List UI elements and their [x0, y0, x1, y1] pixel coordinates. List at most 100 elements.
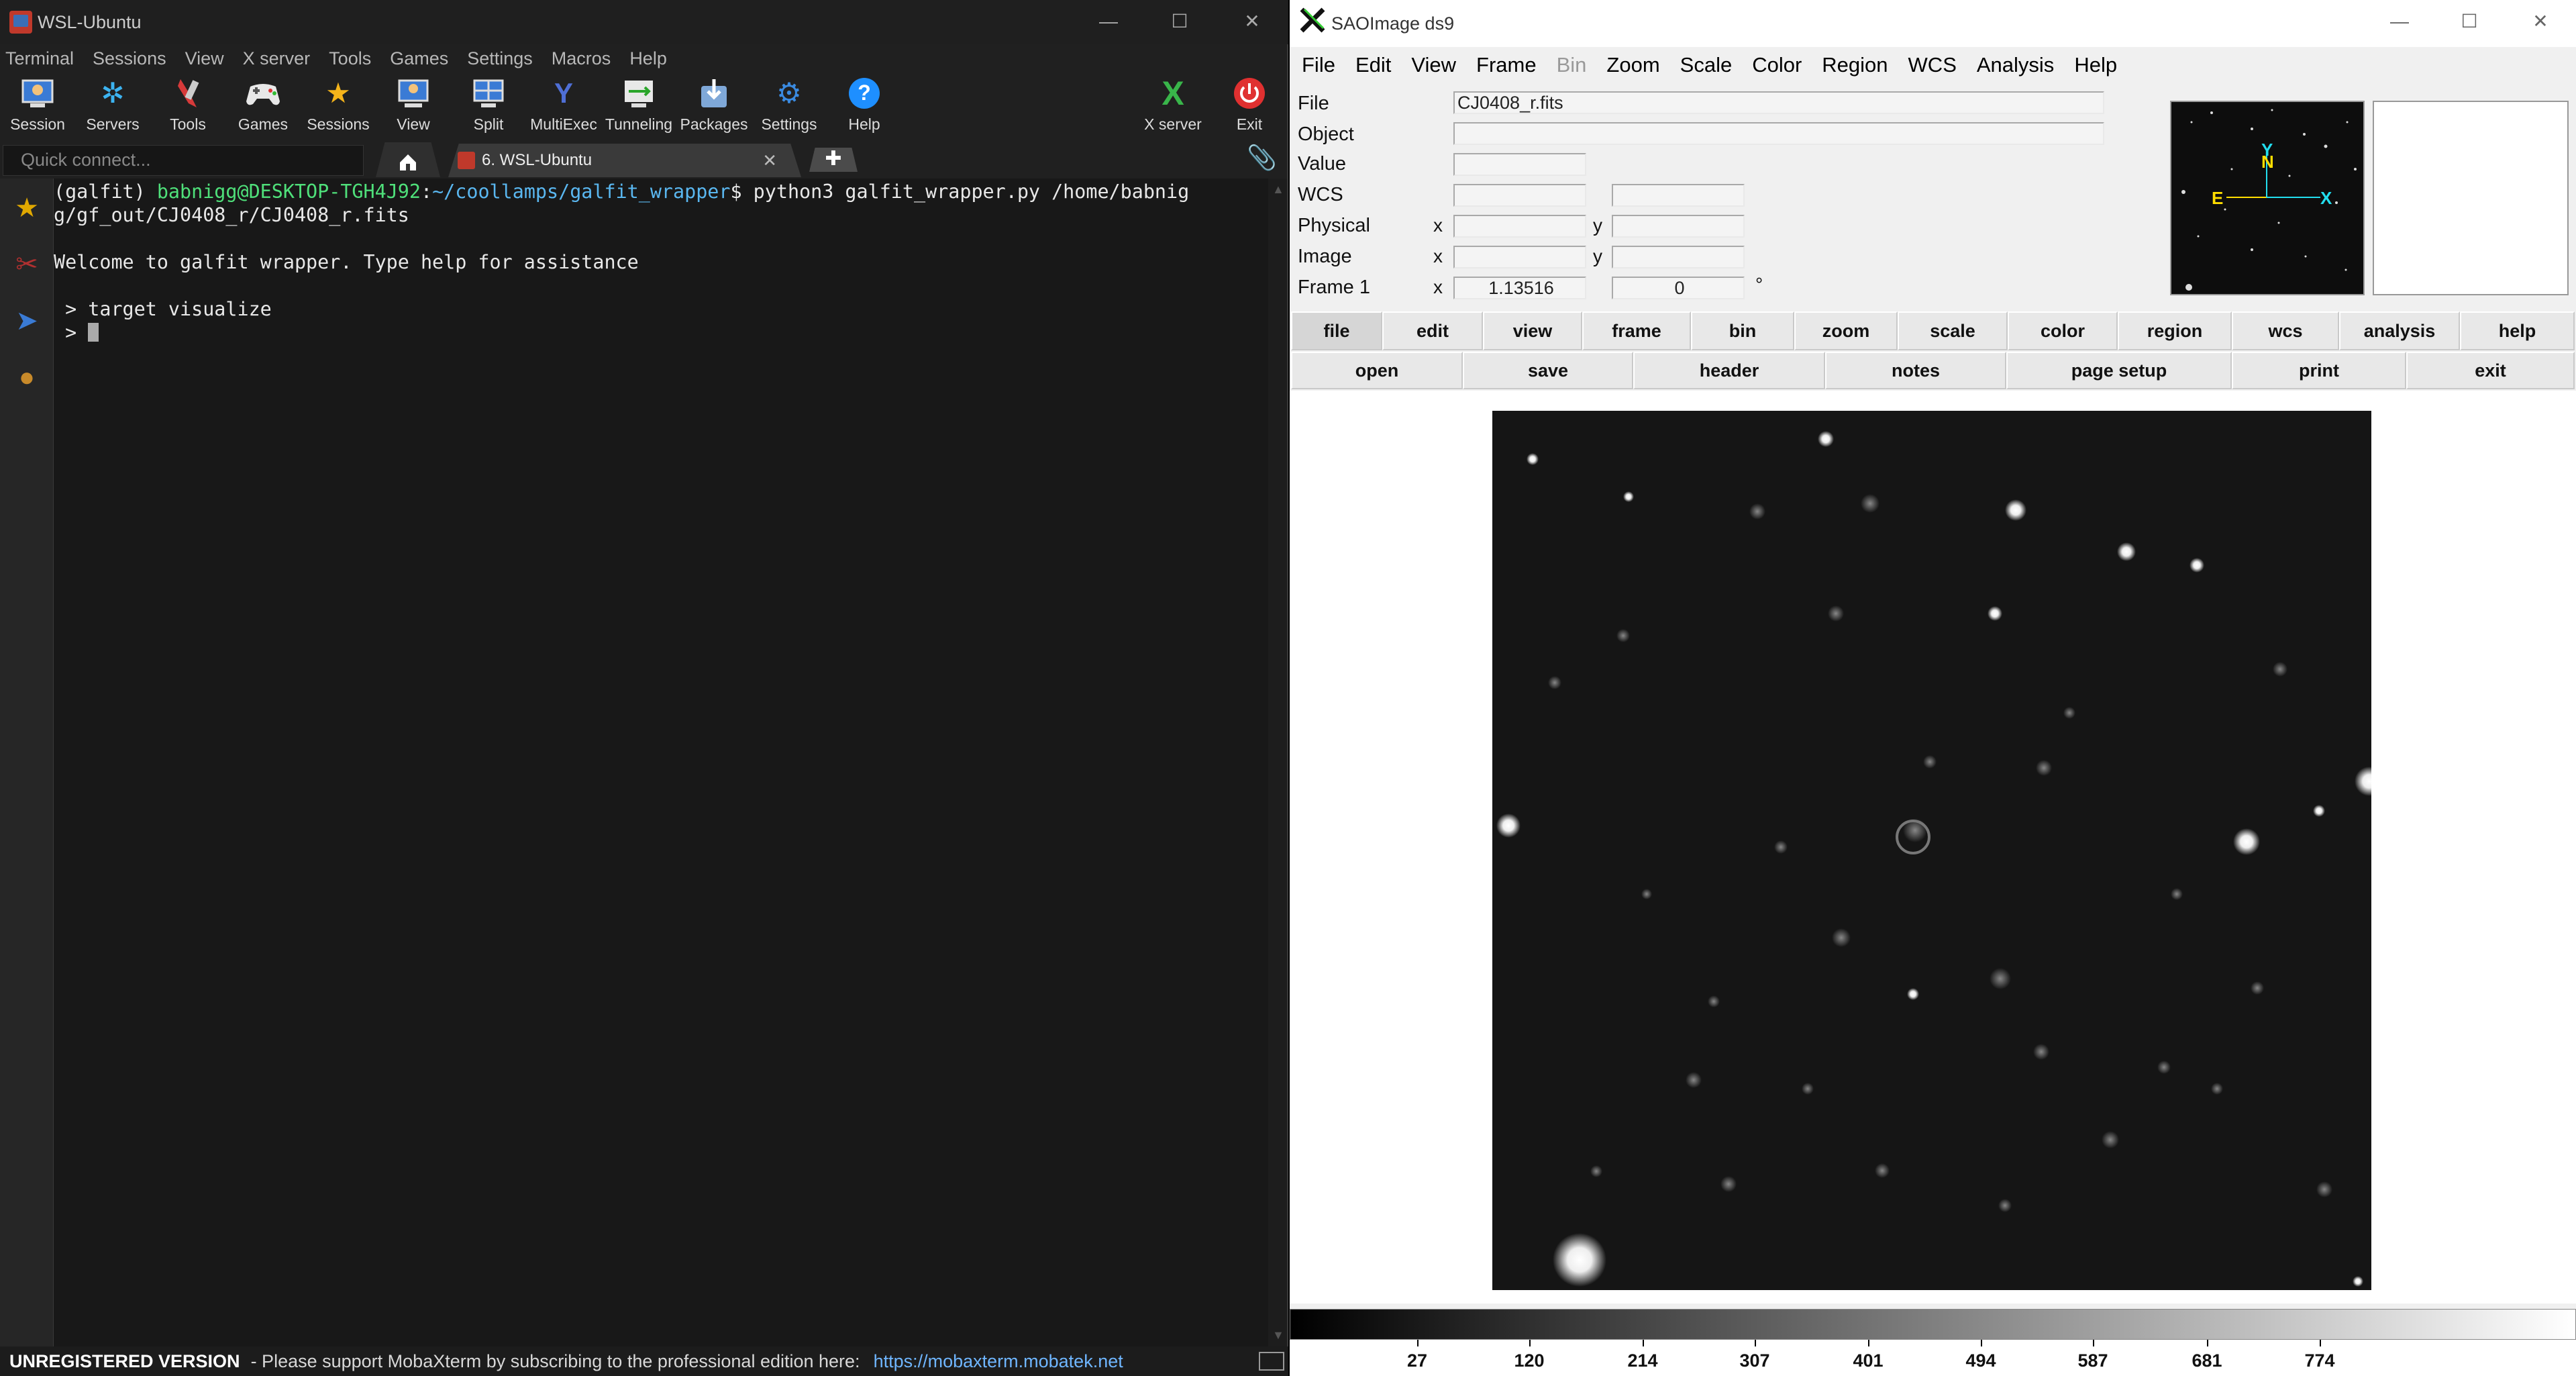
unregistered-label: UNREGISTERED VERSION [9, 1350, 240, 1371]
btn-page-setup[interactable]: page setup [2006, 352, 2232, 389]
sidebar-tools-icon[interactable]: ✂ [2, 238, 52, 291]
menu-games[interactable]: Games [390, 48, 448, 69]
scroll-up-icon[interactable]: ▲ [1272, 183, 1284, 197]
mobatek-link[interactable]: https://mobaxterm.mobatek.net [874, 1351, 1123, 1372]
physical-y-field [1612, 215, 1745, 238]
ds9-magnifier [2373, 101, 2569, 295]
toolbar-exit-button[interactable]: Exit [1212, 72, 1287, 140]
ds9-panner[interactable]: Y N E X [2170, 101, 2365, 295]
toolbar-session-button[interactable]: Session [0, 72, 75, 140]
ds9-window-title: SAOImage ds9 [1331, 13, 1455, 34]
btn-wcs[interactable]: wcs [2232, 311, 2339, 350]
ds9-menu-analysis[interactable]: Analysis [1977, 53, 2054, 77]
ds9-button-bar-top: file edit view frame bin zoom scale colo… [1290, 311, 2576, 350]
menu-view[interactable]: View [185, 48, 224, 69]
ds9-maximize-icon[interactable]: ☐ [2453, 5, 2485, 38]
session-tab[interactable]: 6. WSL-Ubuntu ✕ [448, 144, 801, 177]
toolbar-help-button[interactable]: ? Help [827, 72, 902, 140]
menu-tools[interactable]: Tools [329, 48, 371, 69]
maximize-icon[interactable]: ☐ [1164, 5, 1196, 38]
view-icon [395, 75, 431, 111]
attach-paperclip-icon[interactable]: 📎 [1247, 144, 1277, 175]
btn-scale[interactable]: scale [1898, 311, 2008, 350]
btn-region[interactable]: region [2118, 311, 2232, 350]
menu-xserver[interactable]: X server [243, 48, 311, 69]
ds9-colorbar[interactable] [1290, 1309, 2576, 1340]
ds9-menu-edit[interactable]: Edit [1355, 53, 1391, 77]
ds9-close-icon[interactable]: ✕ [2524, 5, 2557, 38]
colorbar-tick-label: 27 [1406, 1350, 1428, 1371]
new-tab-button[interactable]: ✚ [809, 148, 858, 172]
btn-view[interactable]: view [1483, 311, 1582, 350]
ds9-minimize-icon[interactable]: — [2383, 5, 2416, 38]
menu-sessions[interactable]: Sessions [93, 48, 166, 69]
btn-bin[interactable]: bin [1691, 311, 1794, 350]
toolbar-sessions-button[interactable]: ★ Sessions [301, 72, 376, 140]
sidebar-sftp-globe-icon[interactable]: ● [2, 350, 52, 404]
toolbar-view-button[interactable]: View [376, 72, 451, 140]
toolbar-multiexec-button[interactable]: Y MultiExec [526, 72, 601, 140]
close-icon[interactable]: ✕ [1236, 5, 1268, 38]
ds9-menu-wcs[interactable]: WCS [1908, 53, 1957, 77]
ds9-menu-help[interactable]: Help [2074, 53, 2117, 77]
ds9-menu-zoom[interactable]: Zoom [1606, 53, 1659, 77]
menu-macros[interactable]: Macros [552, 48, 611, 69]
btn-file[interactable]: file [1291, 311, 1382, 350]
fits-image[interactable] [1492, 411, 2384, 1290]
menu-settings[interactable]: Settings [467, 48, 533, 69]
btn-exit[interactable]: exit [2406, 352, 2575, 389]
btn-header[interactable]: header [1633, 352, 1825, 389]
btn-print[interactable]: print [2232, 352, 2406, 389]
toolbar-packages-button[interactable]: Packages [676, 72, 752, 140]
quick-connect-input[interactable]: Quick connect... [3, 145, 364, 176]
menu-help[interactable]: Help [629, 48, 667, 69]
value-label: Value [1298, 153, 1347, 175]
btn-open[interactable]: open [1291, 352, 1463, 389]
xserver-icon: X [1162, 75, 1184, 112]
btn-save[interactable]: save [1463, 352, 1633, 389]
btn-color[interactable]: color [2008, 311, 2118, 350]
btn-frame[interactable]: frame [1582, 311, 1691, 350]
monitor-icon[interactable] [1259, 1352, 1284, 1371]
terminal-line: g/gf_out/CJ0408_r/CJ0408_r.fits [54, 204, 409, 226]
sidebar-macros-icon[interactable]: ➤ [2, 294, 52, 348]
ds9-menu-file[interactable]: File [1302, 53, 1335, 77]
image-y-field [1612, 246, 1745, 268]
colorbar-tick-label: 774 [2304, 1350, 2335, 1371]
frame-y-field: 0 [1612, 277, 1745, 299]
minimize-icon[interactable]: — [1092, 5, 1125, 38]
home-tab[interactable] [376, 142, 440, 177]
btn-analysis[interactable]: analysis [2339, 311, 2460, 350]
colorbar-tick-label: 307 [1739, 1350, 1770, 1371]
toolbar-split-button[interactable]: Split [451, 72, 526, 140]
panner-n-label: N [2261, 152, 2274, 172]
tab-close-icon[interactable]: ✕ [762, 150, 777, 171]
btn-help[interactable]: help [2460, 311, 2575, 350]
toolbar-xserver-button[interactable]: XX server [1135, 72, 1210, 140]
toolbar-settings-button[interactable]: ⚙ Settings [752, 72, 827, 140]
ds9-menu-view[interactable]: View [1411, 53, 1456, 77]
ds9-window: SAOImage ds9 — ☐ ✕ File Edit View Frame … [1290, 0, 2576, 1376]
terminal-scrollbar[interactable]: ▲ ▼ [1268, 179, 1287, 1346]
colorbar-tick-label: 214 [1627, 1350, 1658, 1371]
ds9-menu-frame[interactable]: Frame [1476, 53, 1537, 77]
ds9-menu-region[interactable]: Region [1822, 53, 1888, 77]
btn-notes[interactable]: notes [1825, 352, 2006, 389]
menu-terminal[interactable]: Terminal [5, 48, 74, 69]
ds9-menu-scale[interactable]: Scale [1680, 53, 1733, 77]
wcs-x-field [1453, 184, 1586, 207]
file-label: File [1298, 93, 1329, 114]
packages-icon [696, 75, 732, 111]
toolbar-tools-button[interactable]: Tools [150, 72, 225, 140]
btn-edit[interactable]: edit [1382, 311, 1483, 350]
scroll-down-icon[interactable]: ▼ [1272, 1328, 1284, 1342]
toolbar-servers-button[interactable]: ✲ Servers [75, 72, 150, 140]
btn-zoom[interactable]: zoom [1794, 311, 1898, 350]
toolbar-tunneling-button[interactable]: Tunneling [601, 72, 676, 140]
toolbar-games-button[interactable]: Games [225, 72, 301, 140]
moba-status-bar: UNREGISTERED VERSION - Please support Mo… [0, 1346, 1288, 1376]
ds9-menu-color[interactable]: Color [1752, 53, 1802, 77]
terminal-output[interactable]: (galfit) babnigg@DESKTOP-TGH4J92:~/cooll… [54, 179, 1268, 1346]
sidebar-sessions-star-icon[interactable]: ★ [2, 181, 52, 235]
